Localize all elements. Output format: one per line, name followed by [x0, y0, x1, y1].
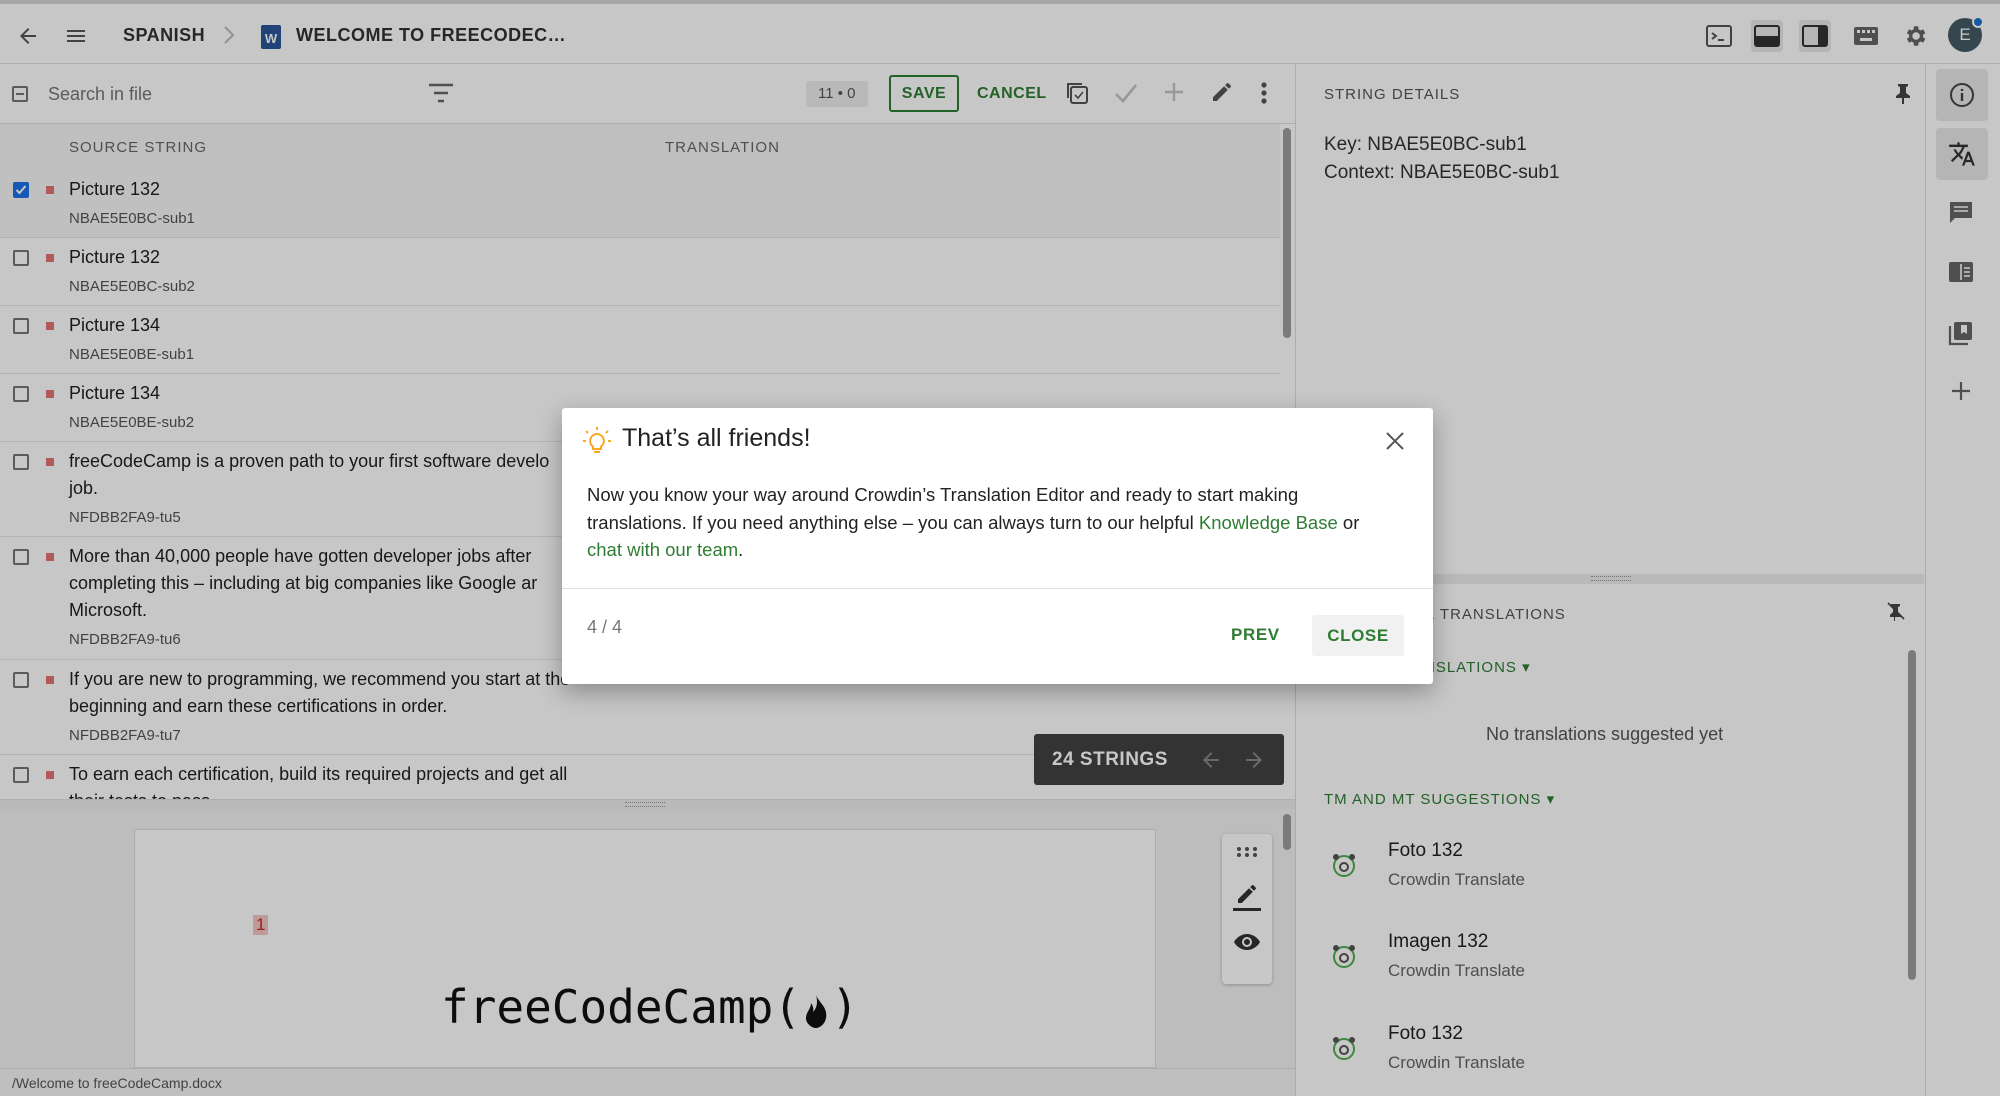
dialog-text: or	[1337, 511, 1360, 533]
dialog-text: translations. If you need anything else …	[587, 511, 1199, 533]
knowledge-base-link[interactable]: Knowledge Base	[1199, 512, 1338, 533]
lightbulb-icon	[582, 426, 612, 456]
dialog-divider	[562, 588, 1433, 589]
dialog-title: That’s all friends!	[622, 424, 811, 452]
dialog-body: Now you know your way around Crowdin’s T…	[587, 481, 1417, 564]
dialog-text: Now you know your way around Crowdin’s T…	[587, 484, 1299, 505]
tour-step-counter: 4 / 4	[587, 617, 623, 637]
chat-with-team-link[interactable]: chat with our team	[587, 539, 738, 560]
close-icon[interactable]	[1384, 430, 1406, 452]
prev-button[interactable]: PREV	[1231, 625, 1280, 645]
tour-dialog: That’s all friends! Now you know your wa…	[562, 408, 1433, 684]
dialog-text: .	[738, 539, 744, 560]
close-button[interactable]: CLOSE	[1312, 615, 1404, 656]
